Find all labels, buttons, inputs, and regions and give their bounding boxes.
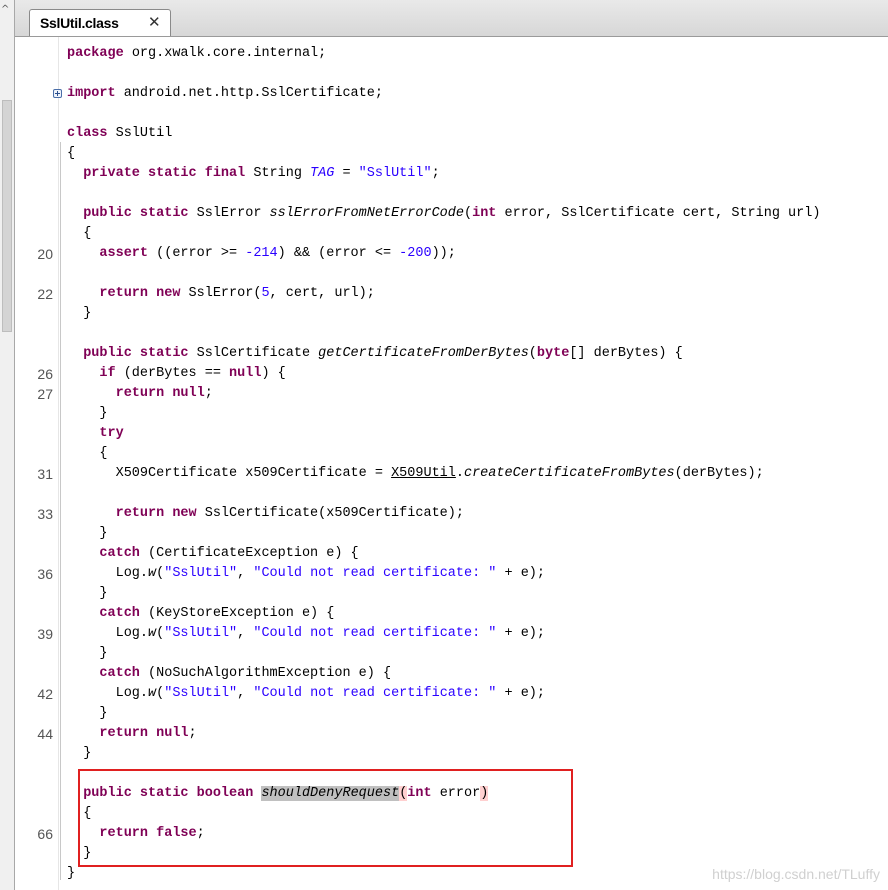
code-line: try xyxy=(99,426,124,441)
line-number: 27 xyxy=(37,386,53,402)
code-line: return new SslError(5, cert, url); xyxy=(99,286,375,301)
line-number: 42 xyxy=(37,686,53,702)
line-number: 39 xyxy=(37,626,53,642)
code-line: Log.w("SslUtil", "Could not read certifi… xyxy=(67,626,546,641)
code-editor[interactable]: 20 22 26 27 31 33 36 39 42 44 66 package… xyxy=(15,37,888,890)
editor-tab-bar: SslUtil.class ✕ xyxy=(15,0,888,37)
code-line: Log.w("SslUtil", "Could not read certifi… xyxy=(67,566,546,581)
code-line: public static SslCertificate getCertific… xyxy=(83,346,683,361)
code-line: return null; xyxy=(115,386,213,401)
code-line: } xyxy=(67,586,108,601)
code-line: } xyxy=(67,866,76,881)
line-number: 44 xyxy=(37,726,53,742)
scrollbar-thumb[interactable] xyxy=(2,100,12,332)
line-number: 66 xyxy=(37,826,53,842)
code-line: } xyxy=(67,646,108,661)
line-number: 22 xyxy=(37,286,53,302)
code-line: } xyxy=(67,526,108,541)
line-number: 33 xyxy=(37,506,53,522)
code-line: return null; xyxy=(99,726,197,741)
code-line: private static final String TAG = "SslUt… xyxy=(83,166,440,181)
left-scrollbar[interactable]: ^ xyxy=(0,0,15,890)
code-line: public static SslError sslErrorFromNetEr… xyxy=(83,206,821,221)
code-line: catch (NoSuchAlgorithmException e) { xyxy=(99,666,392,681)
line-number: 31 xyxy=(37,466,53,482)
code-line: import android.net.http.SslCertificate; xyxy=(53,84,383,104)
watermark: https://blog.csdn.net/TLuffy xyxy=(712,866,880,882)
scroll-up-arrow-icon[interactable]: ^ xyxy=(1,4,9,15)
code-line: { xyxy=(67,146,76,161)
code-area[interactable]: package org.xwalk.core.internal; import … xyxy=(53,37,888,890)
code-line: Log.w("SslUtil", "Could not read certifi… xyxy=(67,686,546,701)
tab-label: SslUtil.class xyxy=(40,15,119,31)
line-number-gutter: 20 22 26 27 31 33 36 39 42 44 66 xyxy=(15,37,59,890)
tab-sslutil-class[interactable]: SslUtil.class ✕ xyxy=(29,9,171,36)
code-line: X509Certificate x509Certificate = X509Ut… xyxy=(67,466,764,481)
code-line: catch (CertificateException e) { xyxy=(99,546,359,561)
code-line: } xyxy=(67,746,92,761)
code-line: catch (KeyStoreException e) { xyxy=(99,606,335,621)
fold-column xyxy=(58,37,66,890)
code-line: package org.xwalk.core.internal; xyxy=(67,46,327,61)
code-line: assert ((error >= -214) && (error <= -20… xyxy=(99,246,456,261)
code-line: { xyxy=(67,446,108,461)
code-line: } xyxy=(67,706,108,721)
code-line: class SslUtil xyxy=(67,126,173,141)
close-icon[interactable]: ✕ xyxy=(148,13,161,31)
code-line: if (derBytes == null) { xyxy=(99,366,286,381)
code-line: } xyxy=(67,406,108,421)
code-line: return new SslCertificate(x509Certificat… xyxy=(115,506,464,521)
code-line: } xyxy=(67,306,92,321)
line-number: 20 xyxy=(37,246,53,262)
code-line: { xyxy=(67,226,92,241)
fold-guide xyxy=(60,142,61,880)
line-number: 36 xyxy=(37,566,53,582)
line-number: 26 xyxy=(37,366,53,382)
expand-icon[interactable] xyxy=(53,89,62,98)
highlight-annotation-box xyxy=(78,769,573,867)
